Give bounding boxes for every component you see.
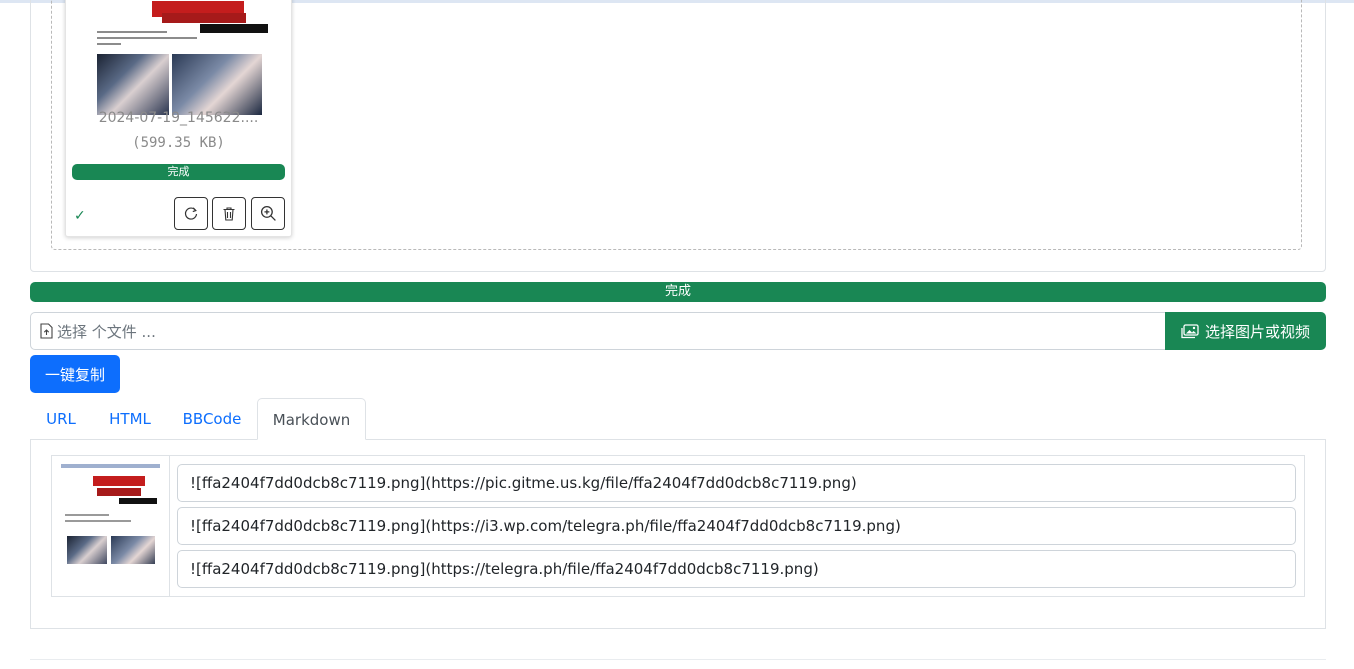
result-table: ![ffa2404f7dd0dcb8c7119.png](https://pic… (51, 455, 1305, 597)
file-name: 2024-07-19_145622.... (98, 110, 259, 126)
divider (30, 659, 1326, 660)
success-check-icon: ✓ (74, 208, 86, 224)
zoom-button[interactable] (251, 197, 285, 230)
format-tabs: URL HTML BBCode Markdown (30, 398, 1326, 440)
trash-icon (223, 206, 235, 221)
delete-button[interactable] (212, 197, 246, 230)
link-field-1[interactable]: ![ffa2404f7dd0dcb8c7119.png](https://pic… (177, 464, 1296, 502)
retry-button[interactable] (174, 197, 208, 230)
file-input[interactable]: 选择 个文件 ... (30, 312, 1166, 350)
file-preview-card: 2024-07-19_145622.... (599.35 KB) 完成 ✓ (65, 0, 292, 237)
file-input-placeholder: 选择 个文件 ... (57, 322, 156, 341)
file-size: (599.35 KB) (132, 135, 225, 151)
file-upload-icon (40, 323, 53, 339)
tab-html[interactable]: HTML (95, 398, 165, 440)
tab-bbcode[interactable]: BBCode (172, 398, 252, 440)
file-picker: 选择 个文件 ... 选择图片或视频 (30, 312, 1326, 350)
zoom-in-icon (260, 205, 276, 221)
result-thumbnail (61, 464, 160, 564)
select-media-button[interactable]: 选择图片或视频 (1165, 312, 1326, 350)
link-field-3[interactable]: ![ffa2404f7dd0dcb8c7119.png](https://tel… (177, 550, 1296, 588)
file-thumbnail (90, 0, 268, 115)
file-progress-bar: 完成 (72, 164, 285, 180)
result-thumbnail-cell (52, 456, 170, 596)
copy-all-button[interactable]: 一键复制 (30, 355, 120, 393)
tab-url[interactable]: URL (30, 398, 92, 440)
tab-markdown[interactable]: Markdown (257, 398, 366, 440)
link-field-2[interactable]: ![ffa2404f7dd0dcb8c7119.png](https://i3.… (177, 507, 1296, 545)
refresh-icon (184, 206, 198, 220)
images-icon (1181, 323, 1199, 339)
select-media-label: 选择图片或视频 (1204, 322, 1310, 341)
overall-progress-bar: 完成 (30, 282, 1326, 302)
